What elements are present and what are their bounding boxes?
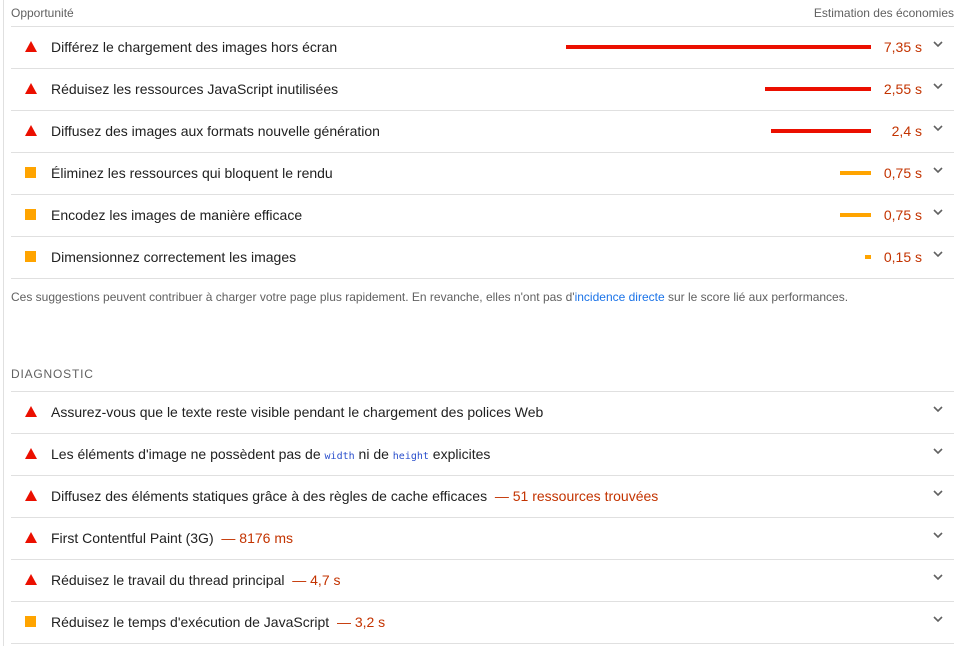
diagnostic-title: Réduisez le travail du thread principal … [51,572,341,588]
savings-column-label: Estimation des économies [813,6,954,20]
title-part: Diffusez des éléments statiques grâce à … [51,488,488,504]
average-square-icon [25,209,36,220]
opportunities-footnote: Ces suggestions peuvent contribuer à cha… [11,290,848,304]
chevron-down-icon[interactable] [931,444,945,458]
diagnostic-title: Diffusez des éléments statiques grâce à … [51,488,658,504]
diagnostic-row[interactable]: Assurez-vous que le texte reste visible … [11,392,954,434]
title-part: Les éléments d'image ne possèdent pas de [51,446,325,462]
display-value: — 4,7 s [292,572,341,588]
code-height: height [392,451,429,462]
chevron-down-icon[interactable] [931,486,945,500]
savings-bar [840,213,871,217]
chevron-down-icon[interactable] [931,121,945,135]
savings-bar [865,255,871,259]
fail-triangle-icon [25,125,37,136]
title-part: Réduisez le temps d'exécution de JavaScr… [51,614,330,630]
title-part: Réduisez le travail du thread principal [51,572,285,588]
diagnostic-heading: DIAGNOSTIC [11,367,94,381]
opportunity-row[interactable]: Dimensionnez correctement les images 0,1… [11,237,954,279]
average-square-icon [25,167,36,178]
chevron-down-icon[interactable] [931,247,945,261]
chevron-down-icon[interactable] [931,205,945,219]
savings-bar [840,171,871,175]
diagnostic-row[interactable]: Réduisez le temps d'exécution de JavaScr… [11,602,954,644]
savings-value: 7,35 s [883,39,922,55]
chevron-down-icon[interactable] [931,528,945,542]
chevron-down-icon[interactable] [931,402,945,416]
savings-value: 0,15 s [883,249,922,265]
footnote-text-end: sur le score lié aux performances. [664,290,849,304]
diagnostic-row[interactable]: First Contentful Paint (3G) — 8176 ms [11,518,954,560]
opportunity-title: Différez le chargement des images hors é… [51,39,338,55]
savings-bar [765,87,871,91]
left-border [3,0,4,646]
savings-value: 2,55 s [883,81,922,97]
opportunity-row[interactable]: Encodez les images de manière efficace 0… [11,195,954,237]
chevron-down-icon[interactable] [931,570,945,584]
opportunity-title: Dimensionnez correctement les images [51,249,297,265]
footnote-text: Ces suggestions peuvent contribuer à cha… [11,290,575,304]
chevron-down-icon[interactable] [931,79,945,93]
fail-triangle-icon [25,448,37,459]
average-square-icon [25,251,36,262]
opportunity-row[interactable]: Diffusez des images aux formats nouvelle… [11,111,954,153]
opportunity-title: Réduisez les ressources JavaScript inuti… [51,81,339,97]
opportunity-title: Diffusez des images aux formats nouvelle… [51,123,380,139]
savings-bar [566,45,871,49]
opportunity-column-label: Opportunité [11,6,74,20]
fail-triangle-icon [25,532,37,543]
incidence-directe-link[interactable]: incidence directe [575,290,665,304]
diagnostic-row[interactable]: Les éléments d'image ne possèdent pas de… [11,434,954,476]
fail-triangle-icon [25,574,37,585]
chevron-down-icon[interactable] [931,612,945,626]
opportunity-row[interactable]: Réduisez les ressources JavaScript inuti… [11,69,954,111]
title-part: First Contentful Paint (3G) [51,530,214,546]
opportunity-row[interactable]: Différez le chargement des images hors é… [11,27,954,69]
title-part: explicites [428,446,491,462]
diagnostic-title: Assurez-vous que le texte reste visible … [51,404,544,420]
savings-value: 2,4 s [891,123,922,139]
fail-triangle-icon [25,490,37,501]
savings-bar [771,129,871,133]
code-width: width [324,451,355,462]
title-part: ni de [354,446,393,462]
display-value: — 8176 ms [221,530,293,546]
savings-value: 0,75 s [883,165,922,181]
average-square-icon [25,616,36,627]
opportunity-row[interactable]: Éliminez les ressources qui bloquent le … [11,153,954,195]
savings-value: 0,75 s [883,207,922,223]
fail-triangle-icon [25,41,37,52]
diagnostic-title: Réduisez le temps d'exécution de JavaScr… [51,614,385,630]
opportunity-title: Encodez les images de manière efficace [51,207,303,223]
display-value: — 3,2 s [336,614,386,630]
display-value: — 51 ressources trouvées [494,488,659,504]
fail-triangle-icon [25,406,37,417]
diagnostic-row[interactable]: Réduisez le travail du thread principal … [11,560,954,602]
diagnostic-section-title: DIAGNOSTIC [11,362,954,392]
chevron-down-icon[interactable] [931,37,945,51]
opportunities-header: Opportunité Estimation des économies [11,0,954,27]
diagnostic-title: First Contentful Paint (3G) — 8176 ms [51,530,293,546]
diagnostic-row[interactable]: Diffusez des éléments statiques grâce à … [11,476,954,518]
diagnostic-title: Les éléments d'image ne possèdent pas de… [51,446,490,462]
chevron-down-icon[interactable] [931,163,945,177]
fail-triangle-icon [25,83,37,94]
opportunity-title: Éliminez les ressources qui bloquent le … [51,165,333,181]
